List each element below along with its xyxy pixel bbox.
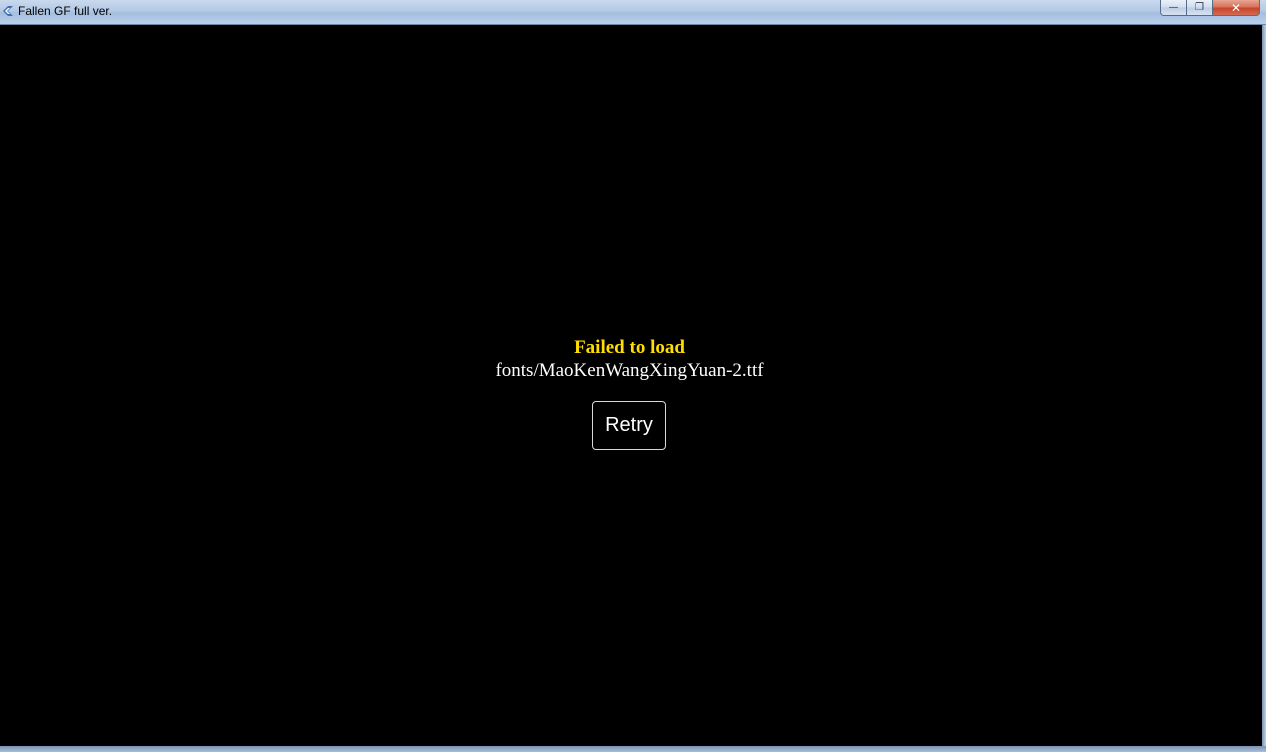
- game-canvas[interactable]: Failed to load fonts/MaoKenWangXingYuan-…: [0, 25, 1262, 746]
- minimize-icon: —: [1168, 2, 1179, 13]
- error-title: Failed to load: [574, 337, 685, 358]
- error-message: Failed to load fonts/MaoKenWangXingYuan-…: [0, 337, 1259, 382]
- app-window: Fallen GF full ver. — ❐ ✕ Failed to load…: [0, 0, 1266, 752]
- app-icon: [3, 6, 13, 16]
- maximize-icon: ❐: [1195, 2, 1204, 13]
- maximize-button[interactable]: ❐: [1187, 0, 1213, 16]
- window-bottom-border: [0, 746, 1266, 752]
- error-font-path: fonts/MaoKenWangXingYuan-2.ttf: [495, 360, 764, 381]
- window-controls: — ❐ ✕: [1160, 0, 1260, 17]
- window-title: Fallen GF full ver.: [18, 4, 113, 18]
- close-icon: ✕: [1230, 0, 1242, 15]
- window-right-border: [1262, 25, 1266, 752]
- title-bar[interactable]: Fallen GF full ver. — ❐ ✕: [0, 0, 1266, 25]
- retry-button[interactable]: Retry: [592, 401, 666, 450]
- minimize-button[interactable]: —: [1160, 0, 1187, 16]
- close-button[interactable]: ✕: [1213, 0, 1260, 16]
